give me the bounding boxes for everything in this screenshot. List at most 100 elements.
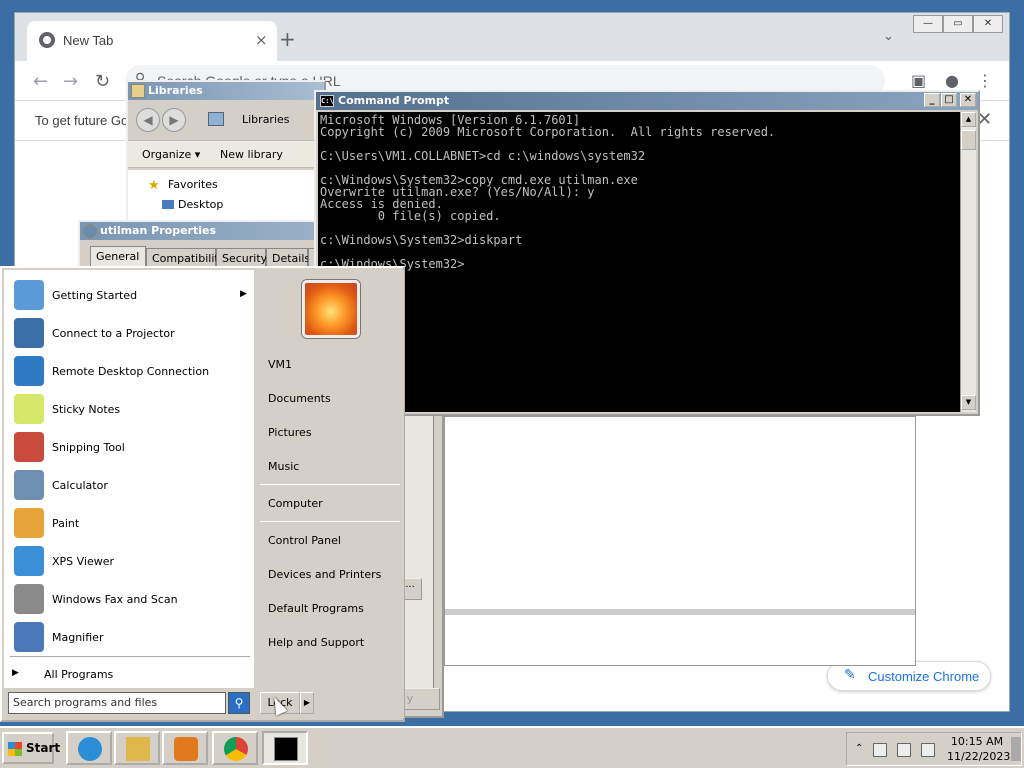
places-separator bbox=[260, 521, 400, 522]
place-devices-printers[interactable]: Devices and Printers bbox=[268, 568, 381, 581]
clock-date[interactable]: 11/22/2023 bbox=[947, 750, 1010, 763]
clock-time[interactable]: 10:15 AM bbox=[947, 735, 1007, 748]
explorer-command-bar: Organize ▾ New library bbox=[128, 140, 324, 168]
system-tray: ⌃ 10:15 AM 11/22/2023 bbox=[846, 732, 1022, 766]
explorer-back-icon[interactable]: ◀ bbox=[136, 108, 160, 132]
tab-new-tab[interactable]: New Tab × bbox=[27, 21, 277, 61]
program-remote-desktop[interactable]: Remote Desktop Connection bbox=[12, 354, 252, 390]
program-connect-projector[interactable]: Connect to a Projector bbox=[12, 316, 252, 352]
console-scrollbar[interactable]: ▲ ▼ bbox=[960, 112, 976, 412]
start-button[interactable]: Start bbox=[2, 732, 60, 764]
new-tab-button[interactable]: + bbox=[279, 27, 296, 51]
show-hidden-icons-button[interactable]: ⌃ bbox=[855, 743, 863, 754]
shutdown-options-arrow-icon[interactable]: ▶ bbox=[300, 692, 314, 714]
cmd-close-button[interactable]: ✕ bbox=[960, 93, 976, 107]
sticky-notes-icon bbox=[14, 394, 44, 424]
media-player-icon bbox=[174, 737, 198, 761]
fax-scan-icon bbox=[14, 584, 44, 614]
program-label: Magnifier bbox=[52, 631, 104, 644]
taskbar-internet-explorer[interactable] bbox=[66, 731, 112, 765]
cmd-icon: C:\ bbox=[320, 95, 334, 107]
search-icon[interactable]: ⚲ bbox=[228, 692, 250, 714]
xps-viewer-icon bbox=[14, 546, 44, 576]
program-fax-scan[interactable]: Windows Fax and Scan bbox=[12, 582, 252, 618]
volume-icon[interactable] bbox=[921, 743, 935, 757]
program-label: Paint bbox=[52, 517, 80, 530]
utilman-icon bbox=[83, 224, 97, 238]
profile-icon[interactable]: ● bbox=[945, 71, 959, 90]
paint-icon bbox=[14, 508, 44, 538]
pencil-icon: ✎ bbox=[844, 667, 856, 683]
place-control-panel[interactable]: Control Panel bbox=[268, 534, 341, 547]
action-center-icon[interactable] bbox=[873, 743, 887, 757]
program-magnifier[interactable]: Magnifier bbox=[12, 620, 252, 656]
folder-icon bbox=[131, 84, 145, 98]
extensions-icon[interactable]: ▣ bbox=[911, 71, 926, 90]
customize-chrome-label: Customize Chrome bbox=[868, 669, 980, 684]
cmd-title: Command Prompt bbox=[338, 94, 450, 107]
place-documents[interactable]: Documents bbox=[268, 392, 331, 405]
program-paint[interactable]: Paint bbox=[12, 506, 252, 542]
start-menu: Getting Started ▶ Connect to a Projector… bbox=[0, 266, 405, 722]
cmd-minimize-button[interactable]: _ bbox=[924, 93, 940, 107]
address-libraries[interactable]: Libraries bbox=[242, 113, 290, 126]
getting-started-icon bbox=[14, 280, 44, 310]
taskbar-media-player[interactable] bbox=[162, 731, 208, 765]
menu-icon[interactable]: ⋮ bbox=[977, 71, 993, 90]
tab-search-icon[interactable]: ⌄ bbox=[883, 29, 894, 44]
all-programs-button[interactable]: All Programs bbox=[44, 668, 113, 681]
program-getting-started[interactable]: Getting Started ▶ bbox=[12, 278, 252, 314]
place-computer[interactable]: Computer bbox=[268, 497, 323, 510]
place-help-support[interactable]: Help and Support bbox=[268, 636, 364, 649]
libraries-titlebar[interactable]: Libraries bbox=[128, 82, 324, 100]
tab-close-icon[interactable]: × bbox=[255, 31, 268, 49]
calculator-icon bbox=[14, 470, 44, 500]
place-user[interactable]: VM1 bbox=[268, 358, 292, 371]
explorer-forward-icon[interactable]: ▶ bbox=[162, 108, 186, 132]
place-music[interactable]: Music bbox=[268, 460, 299, 473]
nav-desktop[interactable]: Desktop bbox=[178, 198, 223, 211]
program-label: Windows Fax and Scan bbox=[52, 593, 178, 606]
cmd-titlebar[interactable]: C:\ Command Prompt _ □ ✕ bbox=[316, 92, 978, 110]
chrome-close-button[interactable]: ✕ bbox=[973, 15, 1003, 33]
utilman-title: utilman Properties bbox=[100, 224, 217, 237]
divider bbox=[445, 609, 915, 615]
place-pictures[interactable]: Pictures bbox=[268, 426, 312, 439]
scroll-thumb[interactable] bbox=[961, 130, 976, 150]
command-prompt-icon bbox=[274, 737, 298, 761]
scroll-down-icon[interactable]: ▼ bbox=[961, 395, 976, 410]
start-label: Start bbox=[26, 741, 61, 755]
reload-icon[interactable]: ↻ bbox=[95, 71, 110, 92]
program-snipping-tool[interactable]: Snipping Tool bbox=[12, 430, 252, 466]
user-avatar[interactable] bbox=[302, 280, 360, 338]
nav-favorites[interactable]: Favorites bbox=[168, 178, 218, 191]
chrome-minimize-button[interactable]: — bbox=[913, 15, 943, 33]
network-icon[interactable] bbox=[897, 743, 911, 757]
cmd-maximize-button[interactable]: □ bbox=[941, 93, 957, 107]
back-icon[interactable]: ← bbox=[33, 71, 48, 92]
taskbar-google-chrome[interactable] bbox=[212, 731, 258, 765]
chrome-maximize-button[interactable]: ▭ bbox=[943, 15, 973, 33]
chrome-favicon-icon bbox=[39, 32, 55, 48]
forward-icon[interactable]: → bbox=[63, 71, 78, 92]
new-library-button[interactable]: New library bbox=[220, 148, 283, 161]
program-sticky-notes[interactable]: Sticky Notes bbox=[12, 392, 252, 428]
chrome-tabstrip: New Tab × + ⌄ — ▭ ✕ bbox=[15, 13, 1009, 61]
taskbar-windows-explorer[interactable] bbox=[114, 731, 160, 765]
command-prompt-window: C:\ Command Prompt _ □ ✕ Microsoft Windo… bbox=[314, 90, 980, 416]
taskbar-command-prompt[interactable] bbox=[262, 731, 308, 765]
scroll-up-icon[interactable]: ▲ bbox=[961, 112, 976, 127]
program-xps-viewer[interactable]: XPS Viewer bbox=[12, 544, 252, 580]
magnifier-icon bbox=[14, 622, 44, 652]
submenu-arrow-icon: ▶ bbox=[240, 289, 247, 299]
show-desktop-button[interactable] bbox=[1011, 737, 1021, 761]
console-output[interactable]: Microsoft Windows [Version 6.1.7601] Cop… bbox=[318, 112, 960, 412]
place-default-programs[interactable]: Default Programs bbox=[268, 602, 364, 615]
program-label: Connect to a Projector bbox=[52, 327, 175, 340]
taskbar: Start ⌃ 10:15 AM 11/22/2023 bbox=[0, 726, 1024, 768]
program-label: Remote Desktop Connection bbox=[52, 365, 210, 378]
program-calculator[interactable]: Calculator bbox=[12, 468, 252, 504]
chrome-page-content bbox=[444, 416, 916, 666]
organize-button[interactable]: Organize ▾ bbox=[142, 148, 200, 161]
start-search-input[interactable]: Search programs and files bbox=[8, 692, 226, 714]
